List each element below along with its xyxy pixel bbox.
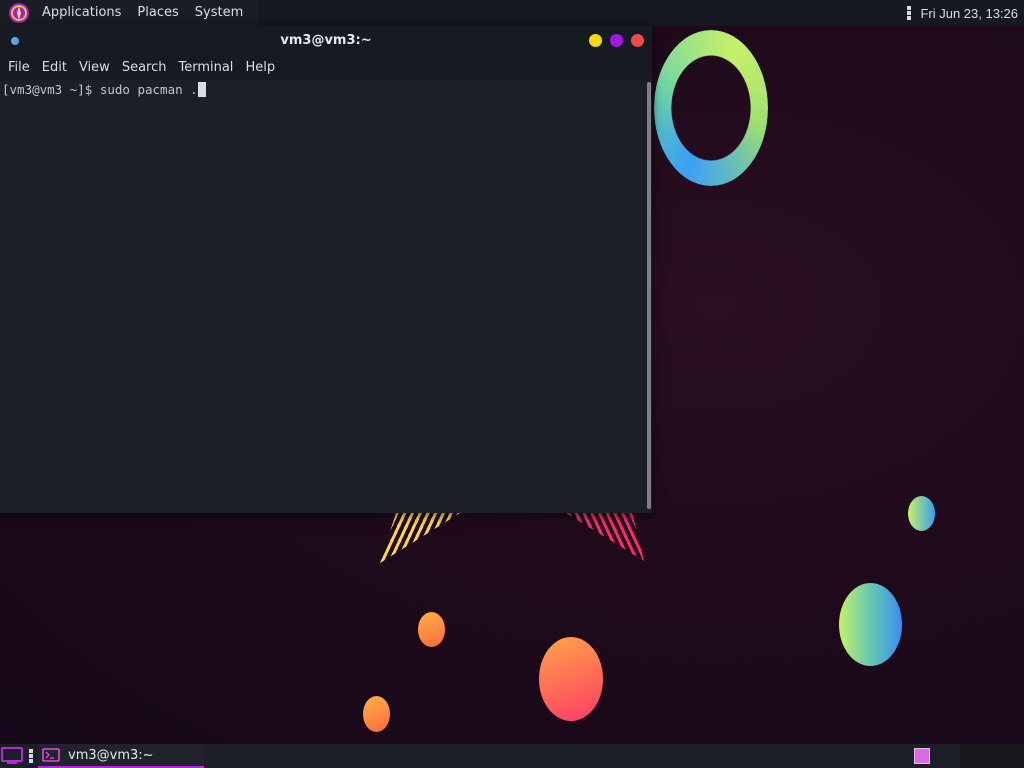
terminal-menubar: File Edit View Search Terminal Help — [0, 55, 652, 80]
menu-applications[interactable]: Applications — [34, 0, 129, 26]
menu-help[interactable]: Help — [239, 60, 281, 75]
command-text[interactable]: sudo pacman . — [100, 82, 198, 97]
menu-search[interactable]: Search — [116, 60, 173, 75]
menu-places[interactable]: Places — [129, 0, 186, 26]
minimize-button[interactable] — [589, 34, 602, 47]
tray-area — [960, 744, 1024, 768]
wallpaper-bubble-blue-small — [908, 496, 935, 531]
command-line[interactable]: [vm3@vm3 ~]$ sudo pacman . — [2, 82, 644, 98]
show-desktop-button[interactable] — [0, 744, 24, 768]
window-menu-icon[interactable] — [11, 37, 19, 45]
panel-handle-icon[interactable] — [904, 4, 914, 22]
menu-edit[interactable]: Edit — [36, 60, 73, 75]
menu-view[interactable]: View — [73, 60, 116, 75]
taskbar-item-label: vm3@vm3:~ — [68, 747, 154, 763]
top-panel-left: Applications Places System — [0, 0, 260, 26]
top-panel: Applications Places System Fri Jun 23, 1… — [0, 0, 1024, 26]
terminal-titlebar[interactable]: vm3@vm3:~ — [0, 26, 652, 55]
shell-prompt: [vm3@vm3 ~]$ — [2, 82, 100, 97]
terminal-output[interactable]: [vm3@vm3 ~]$ sudo pacman . — [0, 80, 646, 513]
close-button[interactable] — [631, 34, 644, 47]
distro-logo-icon[interactable] — [8, 2, 30, 24]
workspace-switcher[interactable] — [914, 748, 930, 764]
taskbar-item-terminal[interactable]: vm3@vm3:~ — [38, 744, 204, 768]
wallpaper-stripes-yellow — [380, 513, 460, 563]
wallpaper-bubble-blue-large — [839, 583, 902, 666]
text-cursor — [197, 82, 206, 97]
top-panel-spacer — [259, 0, 905, 26]
menu-system[interactable]: System — [187, 0, 251, 26]
wallpaper-stripes-pink — [566, 513, 644, 561]
window-title: vm3@vm3:~ — [280, 33, 372, 48]
maximize-button[interactable] — [610, 34, 623, 47]
show-desktop-icon — [1, 747, 23, 764]
bottom-panel-handle-icon[interactable] — [28, 747, 34, 765]
window-controls — [589, 34, 644, 47]
wallpaper-bubble-orange-large — [539, 637, 603, 721]
wallpaper-bubble-orange-small — [418, 612, 445, 647]
terminal-window[interactable]: vm3@vm3:~ File Edit View Search Terminal… — [0, 26, 652, 513]
menu-terminal[interactable]: Terminal — [172, 60, 239, 75]
bottom-panel: vm3@vm3:~ — [0, 744, 1024, 768]
wallpaper-ring — [654, 30, 768, 186]
scrollbar-thumb[interactable] — [647, 82, 651, 509]
clock[interactable]: Fri Jun 23, 13:26 — [920, 6, 1018, 21]
top-panel-right: Fri Jun 23, 13:26 — [904, 0, 1024, 26]
menu-file[interactable]: File — [2, 60, 36, 75]
wallpaper-bubble-orange-bottom — [363, 696, 390, 732]
terminal-scrollbar[interactable] — [646, 80, 652, 513]
terminal-icon — [42, 748, 60, 762]
